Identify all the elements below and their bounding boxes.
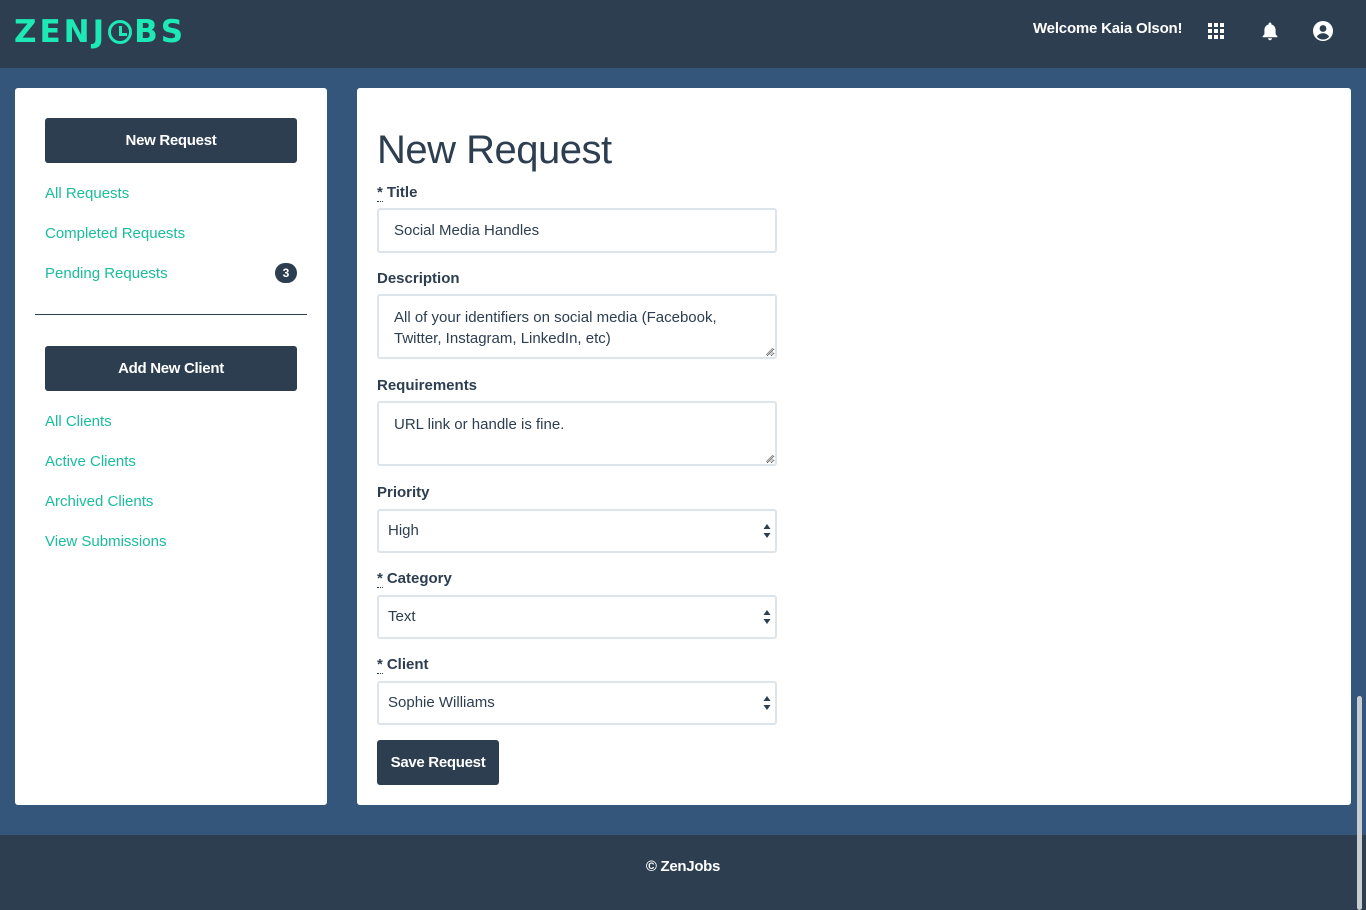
copyright-text: © ZenJobs	[645, 858, 721, 875]
apps-grid-icon[interactable]	[1205, 20, 1227, 42]
required-marker: *	[377, 570, 383, 588]
description-textarea[interactable]: All of your identifiers on social media …	[377, 294, 777, 359]
sidebar-item-view-submissions[interactable]: View Submissions	[45, 533, 166, 550]
logo-text-end: BS	[134, 14, 187, 50]
select-arrows-icon	[763, 524, 771, 538]
new-request-button[interactable]: New Request	[45, 118, 297, 163]
title-label-text: Title	[386, 184, 418, 201]
client-select[interactable]: Sophie Williams	[377, 681, 777, 725]
footer: © ZenJobs	[0, 835, 1366, 910]
sidebar-item-active-clients[interactable]: Active Clients	[45, 453, 136, 470]
category-select[interactable]: Text	[377, 595, 777, 639]
sidebar: New Request All Requests Completed Reque…	[15, 88, 327, 805]
select-arrows-icon	[763, 610, 771, 624]
category-label: * Category	[377, 570, 452, 588]
sidebar-item-pending-requests[interactable]: Pending Requests	[45, 265, 168, 282]
client-label: * Client	[377, 656, 429, 674]
client-selected-value: Sophie Williams	[388, 694, 495, 711]
pending-count-badge: 3	[275, 263, 297, 283]
description-label: Description	[377, 270, 460, 287]
priority-select[interactable]: High	[377, 509, 777, 553]
category-label-text: Category	[386, 570, 452, 587]
page-title: New Request	[377, 128, 612, 172]
select-arrows-icon	[763, 696, 771, 710]
required-marker: *	[377, 184, 383, 202]
requirements-textarea[interactable]: URL link or handle is fine.	[377, 401, 777, 466]
clock-icon	[108, 20, 133, 44]
logo-text-start: ZENJ	[14, 14, 108, 50]
save-request-button[interactable]: Save Request	[377, 740, 499, 785]
sidebar-item-archived-clients[interactable]: Archived Clients	[45, 493, 153, 510]
add-new-client-button[interactable]: Add New Client	[45, 346, 297, 391]
requirements-label: Requirements	[377, 377, 478, 394]
bell-icon[interactable]	[1259, 20, 1281, 42]
zenjobs-logo[interactable]: ZENJ BS	[14, 12, 186, 52]
sidebar-divider	[35, 314, 307, 315]
account-circle-icon[interactable]	[1312, 20, 1334, 42]
page-scrollbar[interactable]	[1357, 696, 1362, 910]
priority-selected-value: High	[388, 522, 419, 539]
client-label-text: Client	[386, 656, 429, 673]
new-request-panel: New Request * Title Social Media Handles …	[357, 88, 1351, 805]
required-marker: *	[377, 656, 383, 674]
welcome-message: Welcome Kaia Olson!	[1033, 20, 1183, 37]
priority-label: Priority	[377, 484, 430, 501]
title-label: * Title	[377, 184, 418, 202]
category-selected-value: Text	[388, 608, 416, 625]
top-navbar: ZENJ BS Welcome Kaia Olson!	[0, 0, 1366, 68]
sidebar-item-all-clients[interactable]: All Clients	[45, 413, 112, 430]
sidebar-item-completed-requests[interactable]: Completed Requests	[45, 225, 185, 242]
title-input[interactable]: Social Media Handles	[377, 208, 777, 253]
sidebar-item-all-requests[interactable]: All Requests	[45, 185, 129, 202]
